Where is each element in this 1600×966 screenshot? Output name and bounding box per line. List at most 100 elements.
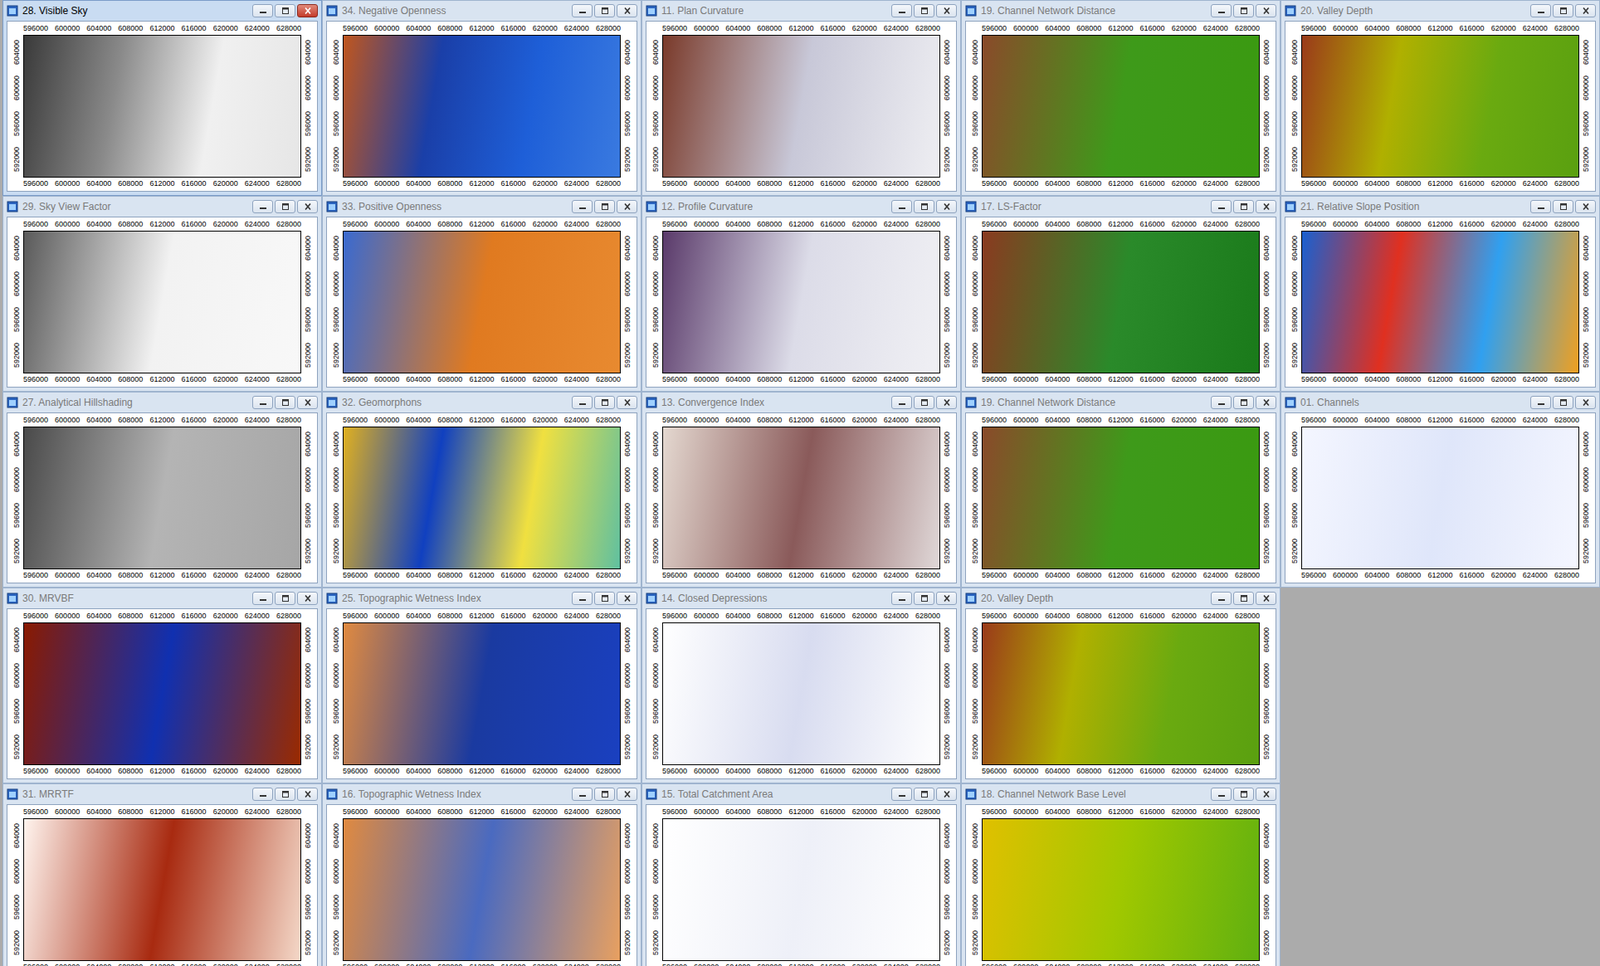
map-window[interactable]: 19. Channel Network Distance 59600060000… xyxy=(960,391,1281,588)
map-view[interactable] xyxy=(342,230,621,374)
minimize-button[interactable] xyxy=(571,395,593,410)
maximize-button[interactable] xyxy=(594,4,615,18)
map-view[interactable] xyxy=(1301,230,1580,374)
maximize-button[interactable] xyxy=(594,200,615,214)
title-bar[interactable]: 31. MRRTF xyxy=(6,784,318,805)
minimize-button[interactable] xyxy=(571,787,593,801)
maximize-button[interactable] xyxy=(1552,395,1574,410)
close-button[interactable] xyxy=(616,200,638,214)
map-view[interactable] xyxy=(981,34,1260,178)
map-window[interactable]: 17. LS-Factor 59600060000060400060800061… xyxy=(960,195,1281,392)
map-window[interactable]: 01. Channels 596000600000604000608000612… xyxy=(1280,391,1600,588)
map-view[interactable] xyxy=(342,622,621,766)
title-bar[interactable]: 30. MRVBF xyxy=(6,588,318,609)
title-bar[interactable]: 19. Channel Network Distance xyxy=(965,392,1277,413)
map-window[interactable]: 28. Visible Sky 596000600000604000608000… xyxy=(2,0,322,196)
title-bar[interactable]: 18. Channel Network Base Level xyxy=(965,784,1277,805)
maximize-button[interactable] xyxy=(913,787,935,801)
minimize-button[interactable] xyxy=(891,4,913,18)
minimize-button[interactable] xyxy=(1210,200,1232,214)
close-button[interactable] xyxy=(616,395,638,410)
map-view[interactable] xyxy=(342,426,621,570)
map-view[interactable] xyxy=(981,230,1260,374)
minimize-button[interactable] xyxy=(252,4,274,18)
title-bar[interactable]: 01. Channels xyxy=(1284,392,1596,413)
map-window[interactable]: 19. Channel Network Distance 59600060000… xyxy=(960,0,1281,196)
close-button[interactable] xyxy=(297,4,318,18)
map-window[interactable]: 32. Geomorphons 596000600000604000608000… xyxy=(321,391,642,588)
title-bar[interactable]: 29. Sky View Factor xyxy=(6,196,318,217)
title-bar[interactable]: 27. Analytical Hillshading xyxy=(6,392,318,413)
maximize-button[interactable] xyxy=(1233,4,1254,18)
map-view[interactable] xyxy=(23,230,302,374)
title-bar[interactable]: 32. Geomorphons xyxy=(326,392,638,413)
title-bar[interactable]: 13. Convergence Index xyxy=(645,392,957,413)
close-button[interactable] xyxy=(616,787,638,801)
map-window[interactable]: 14. Closed Depressions 59600060000060400… xyxy=(641,587,961,784)
map-window[interactable]: 12. Profile Curvature 596000600000604000… xyxy=(641,195,961,392)
map-view[interactable] xyxy=(342,818,621,961)
minimize-button[interactable] xyxy=(252,591,274,605)
minimize-button[interactable] xyxy=(571,200,593,214)
maximize-button[interactable] xyxy=(274,591,296,605)
map-view[interactable] xyxy=(662,426,941,570)
minimize-button[interactable] xyxy=(571,4,593,18)
map-view[interactable] xyxy=(23,34,302,178)
title-bar[interactable]: 33. Positive Openness xyxy=(326,196,638,217)
title-bar[interactable]: 11. Plan Curvature xyxy=(645,0,957,21)
minimize-button[interactable] xyxy=(891,395,913,410)
map-view[interactable] xyxy=(1301,34,1580,178)
maximize-button[interactable] xyxy=(913,591,935,605)
minimize-button[interactable] xyxy=(252,395,274,410)
map-window[interactable]: 11. Plan Curvature 596000600000604000608… xyxy=(641,0,961,196)
title-bar[interactable]: 21. Relative Slope Position xyxy=(1284,196,1596,217)
map-view[interactable] xyxy=(981,426,1260,570)
minimize-button[interactable] xyxy=(1210,591,1232,605)
map-view[interactable] xyxy=(981,818,1260,961)
map-window[interactable]: 13. Convergence Index 596000600000604000… xyxy=(641,391,961,588)
minimize-button[interactable] xyxy=(252,787,274,801)
maximize-button[interactable] xyxy=(1233,591,1254,605)
map-window[interactable]: 29. Sky View Factor 59600060000060400060… xyxy=(2,195,322,392)
minimize-button[interactable] xyxy=(891,787,913,801)
close-button[interactable] xyxy=(936,591,957,605)
map-window[interactable]: 20. Valley Depth 59600060000060400060800… xyxy=(1280,0,1600,196)
minimize-button[interactable] xyxy=(252,200,274,214)
map-window[interactable]: 25. Topographic Wetness Index 5960006000… xyxy=(321,587,642,784)
map-view[interactable] xyxy=(981,622,1260,766)
map-window[interactable]: 34. Negative Openness 596000600000604000… xyxy=(321,0,642,196)
close-button[interactable] xyxy=(297,395,318,410)
close-button[interactable] xyxy=(1255,200,1277,214)
minimize-button[interactable] xyxy=(1210,395,1232,410)
maximize-button[interactable] xyxy=(274,395,296,410)
map-view[interactable] xyxy=(662,818,941,961)
minimize-button[interactable] xyxy=(1210,787,1232,801)
map-view[interactable] xyxy=(23,818,302,961)
map-window[interactable]: 15. Total Catchment Area 596000600000604… xyxy=(641,783,961,966)
close-button[interactable] xyxy=(936,200,957,214)
close-button[interactable] xyxy=(297,200,318,214)
close-button[interactable] xyxy=(1575,200,1596,214)
title-bar[interactable]: 14. Closed Depressions xyxy=(645,588,957,609)
map-window[interactable]: 16. Topographic Wetness Index 5960006000… xyxy=(321,783,642,966)
map-window[interactable]: 27. Analytical Hillshading 5960006000006… xyxy=(2,391,322,588)
title-bar[interactable]: 17. LS-Factor xyxy=(965,196,1277,217)
title-bar[interactable]: 20. Valley Depth xyxy=(1284,0,1596,21)
title-bar[interactable]: 12. Profile Curvature xyxy=(645,196,957,217)
map-window[interactable]: 18. Channel Network Base Level 596000600… xyxy=(960,783,1281,966)
maximize-button[interactable] xyxy=(913,4,935,18)
close-button[interactable] xyxy=(1575,395,1596,410)
maximize-button[interactable] xyxy=(594,395,615,410)
maximize-button[interactable] xyxy=(1233,787,1254,801)
map-window[interactable]: 30. MRVBF 596000600000604000608000612000… xyxy=(2,587,322,784)
title-bar[interactable]: 20. Valley Depth xyxy=(965,588,1277,609)
close-button[interactable] xyxy=(1255,591,1277,605)
minimize-button[interactable] xyxy=(891,591,913,605)
map-window[interactable]: 21. Relative Slope Position 596000600000… xyxy=(1280,195,1600,392)
close-button[interactable] xyxy=(1575,4,1596,18)
map-window[interactable]: 31. MRRTF 596000600000604000608000612000… xyxy=(2,783,322,966)
maximize-button[interactable] xyxy=(1552,4,1574,18)
minimize-button[interactable] xyxy=(1530,200,1552,214)
close-button[interactable] xyxy=(1255,395,1277,410)
map-view[interactable] xyxy=(23,622,302,766)
